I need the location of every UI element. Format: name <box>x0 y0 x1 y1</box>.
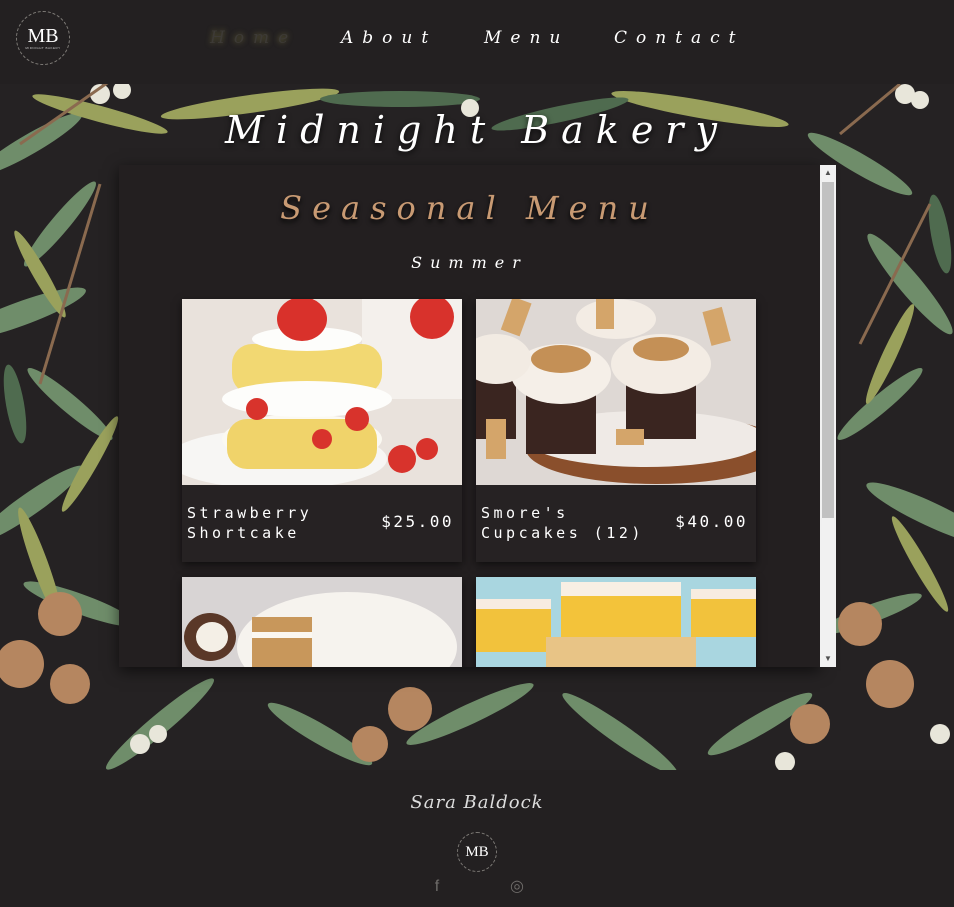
menu-card[interactable] <box>476 577 756 667</box>
signature: Sara Baldock <box>410 792 544 813</box>
scroll-down-arrow[interactable]: ▼ <box>820 651 836 667</box>
menu-scrollbar[interactable]: ▲ ▼ <box>820 165 836 667</box>
scroll-thumb[interactable] <box>822 182 834 518</box>
menu-panel[interactable]: Seasonal Menu Summer Strawberry Shortcak… <box>119 165 820 667</box>
site-header: MB MIDNIGHT BAKERY Home About Menu Conta… <box>0 0 954 84</box>
menu-card[interactable] <box>182 577 462 667</box>
site-title: Midnight Bakery <box>225 108 729 152</box>
instagram-icon[interactable]: ◎ <box>508 878 526 896</box>
item-price: $40.00 <box>675 512 748 531</box>
smores-cupcakes-photo <box>476 299 756 485</box>
site-footer: Sara Baldock MB f ◎ <box>0 770 954 907</box>
lemon-bars-photo <box>476 577 756 667</box>
main-nav: Home About Menu Contact <box>0 28 954 54</box>
strawberry-shortcake-photo <box>182 299 462 485</box>
item-name: Smore's Cupcakes (12) <box>481 504 644 542</box>
facebook-icon[interactable]: f <box>428 878 446 896</box>
season-label: Summer <box>411 253 528 272</box>
nav-contact[interactable]: Contact <box>614 28 745 48</box>
menu-card[interactable]: Smore's Cupcakes (12) $40.00 <box>476 299 756 562</box>
item-price: $25.00 <box>381 512 454 531</box>
scroll-up-arrow[interactable]: ▲ <box>820 165 836 181</box>
footer-logo[interactable]: MB <box>457 832 497 872</box>
nav-menu[interactable]: Menu <box>484 28 569 48</box>
nav-home[interactable]: Home <box>210 28 297 48</box>
item-name: Strawberry Shortcake <box>187 504 313 542</box>
nav-about[interactable]: About <box>341 28 437 48</box>
menu-card[interactable]: Strawberry Shortcake $25.00 <box>182 299 462 562</box>
coconut-cake-photo <box>182 577 462 667</box>
menu-heading: Seasonal Menu <box>280 189 659 227</box>
